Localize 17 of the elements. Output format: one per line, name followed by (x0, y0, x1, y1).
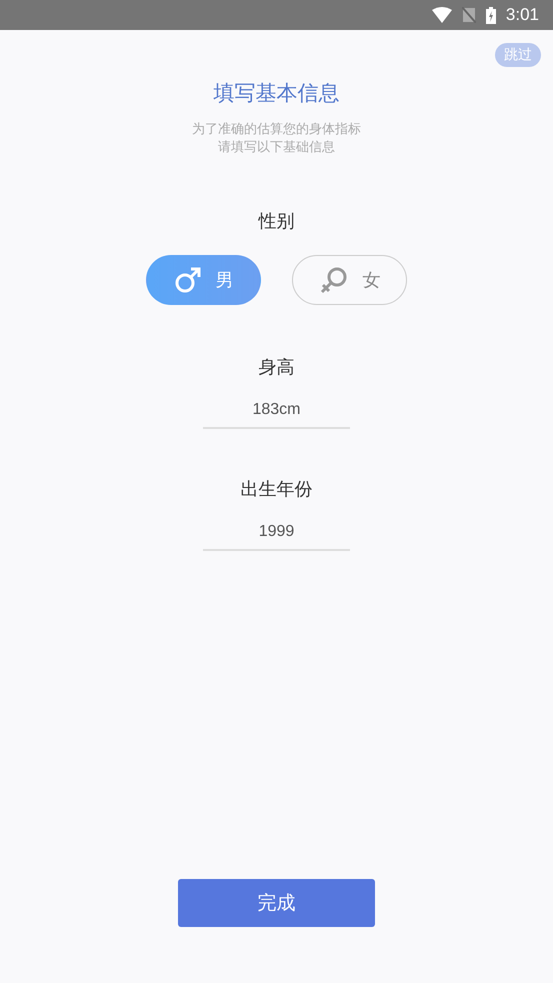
gender-label: 性别 (258, 210, 294, 233)
female-symbol-icon (318, 265, 348, 295)
input-field[interactable]: 1999 (203, 519, 350, 551)
gender-option[interactable]: 男 (146, 255, 261, 305)
battery-icon (486, 6, 496, 24)
field-label: 出生年份 (240, 478, 312, 501)
subtitle-text: 请填写以下基础信息 (218, 139, 335, 157)
wifi-icon (432, 7, 452, 23)
male-symbol-icon (174, 266, 202, 294)
field-label: 身高 (258, 356, 294, 379)
page-title: 填写基本信息 (214, 80, 340, 107)
input-field[interactable]: 183cm (203, 397, 350, 429)
subtitle-text: 为了准确的估算您的身体指标 (192, 121, 361, 139)
no-signal-icon (462, 7, 476, 23)
gender-option[interactable]: 女 (292, 255, 407, 305)
status-time: 3:01 (506, 5, 539, 25)
done-button[interactable]: 完成 (178, 879, 375, 927)
